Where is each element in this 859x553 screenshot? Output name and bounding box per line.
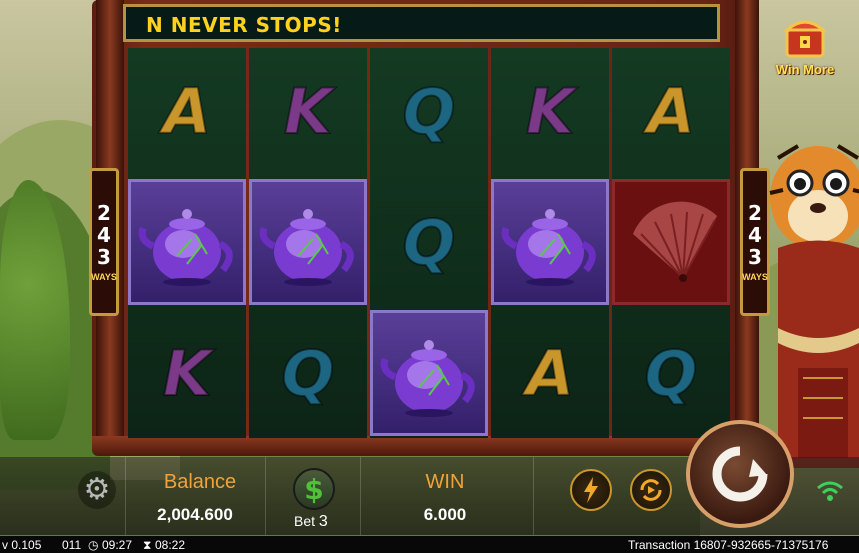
reel-symbol-q: Q	[249, 310, 367, 436]
treasure-chest-icon	[783, 20, 827, 58]
clock-icon: ◷	[88, 538, 99, 552]
reel-symbol-a: A	[491, 310, 609, 436]
reel-symbol-k: K	[491, 48, 609, 174]
code-text: 011	[62, 538, 82, 552]
balance-label: Balance	[163, 471, 237, 493]
win-more-label: Win More	[775, 62, 835, 77]
reel-4: KA	[491, 48, 609, 438]
symbol-letter: A	[646, 74, 696, 149]
settings-button[interactable]: ⚙	[78, 471, 116, 509]
bet-button[interactable]: $	[293, 468, 335, 510]
reels-grid: AKKQQQKAAQ	[128, 48, 732, 438]
symbol-letter: Q	[402, 74, 457, 149]
marquee-text: N NEVER STOPS!	[146, 13, 342, 37]
reel-symbol-teapot	[370, 310, 488, 436]
bet-label: Bet 3	[294, 513, 328, 531]
clock-time: 09:27	[102, 538, 133, 552]
win-more-button[interactable]: Win More	[770, 16, 840, 82]
symbol-letter: A	[162, 74, 212, 149]
tiger-mascot	[769, 144, 859, 468]
symbol-letter: Q	[281, 336, 336, 411]
reel-symbol-k: K	[128, 310, 246, 436]
reel-symbol-k: K	[249, 48, 367, 174]
reel-symbol-fan	[612, 179, 730, 305]
ways-digit: 2	[97, 201, 111, 225]
teapot-icon	[501, 209, 596, 286]
balance-value: 2,004.600	[157, 505, 233, 524]
bet-label-text: Bet	[294, 513, 316, 529]
divider	[125, 457, 126, 535]
divider	[533, 457, 534, 535]
ways-digit: 4	[97, 223, 111, 247]
reel-3: QQ	[370, 48, 488, 438]
spin-button[interactable]	[686, 420, 794, 528]
reel-symbol-q: Q	[612, 310, 730, 436]
lightning-icon	[584, 477, 598, 503]
timer-time: 08:22	[155, 538, 186, 552]
bet-value: 3	[318, 513, 328, 530]
game-scene: N NEVER STOPS! AKKQQQKAAQ 2 4 3 WAYS 2 4…	[0, 0, 859, 553]
dollar-icon: $	[304, 472, 324, 506]
reel-2: KQ	[249, 48, 367, 438]
ways-badge-left: 2 4 3 WAYS	[89, 168, 119, 316]
divider	[265, 457, 266, 535]
symbol-letter: Q	[644, 336, 699, 411]
teapot-icon	[380, 340, 475, 417]
ways-label: WAYS	[91, 272, 117, 282]
spin-arrow-icon	[712, 446, 768, 502]
hourglass-icon: ⧗	[143, 538, 152, 552]
marquee-banner: N NEVER STOPS!	[123, 4, 720, 42]
frame-base	[92, 436, 758, 456]
reel-symbol-teapot	[491, 179, 609, 305]
reel-symbol-a: A	[128, 48, 246, 174]
gear-icon: ⚙	[83, 472, 111, 507]
transaction-text: Transaction 16807-932665-71375176	[628, 538, 829, 552]
win-value: 6.000	[423, 505, 467, 524]
turbo-button[interactable]	[570, 469, 612, 511]
reel-symbol-teapot	[249, 179, 367, 305]
folding-fan-icon	[633, 201, 717, 282]
reel-symbol-q: Q	[370, 179, 488, 305]
symbol-letter: K	[162, 336, 212, 411]
reel-symbol-a: A	[612, 48, 730, 174]
symbol-letter: A	[525, 336, 575, 411]
ways-digit: 3	[97, 245, 111, 269]
reel-symbol-teapot	[128, 179, 246, 305]
reel-symbol-q: Q	[370, 48, 488, 174]
teapot-icon	[138, 209, 233, 286]
symbol-letter: K	[525, 74, 575, 149]
reel-5: AQ	[612, 48, 730, 438]
version-text: v 0.105	[2, 538, 42, 552]
reel-1: AK	[128, 48, 246, 438]
teapot-icon	[259, 209, 354, 286]
divider	[360, 457, 361, 535]
autoplay-icon	[640, 479, 662, 501]
symbol-letter: K	[283, 74, 333, 149]
autoplay-button[interactable]	[630, 469, 672, 511]
win-label: WIN	[425, 471, 465, 493]
status-bar: v 0.105 011 ◷ 09:27 ⧗ 08:22 Transaction …	[0, 536, 859, 553]
wifi-icon	[817, 481, 843, 501]
symbol-letter: Q	[402, 205, 457, 280]
